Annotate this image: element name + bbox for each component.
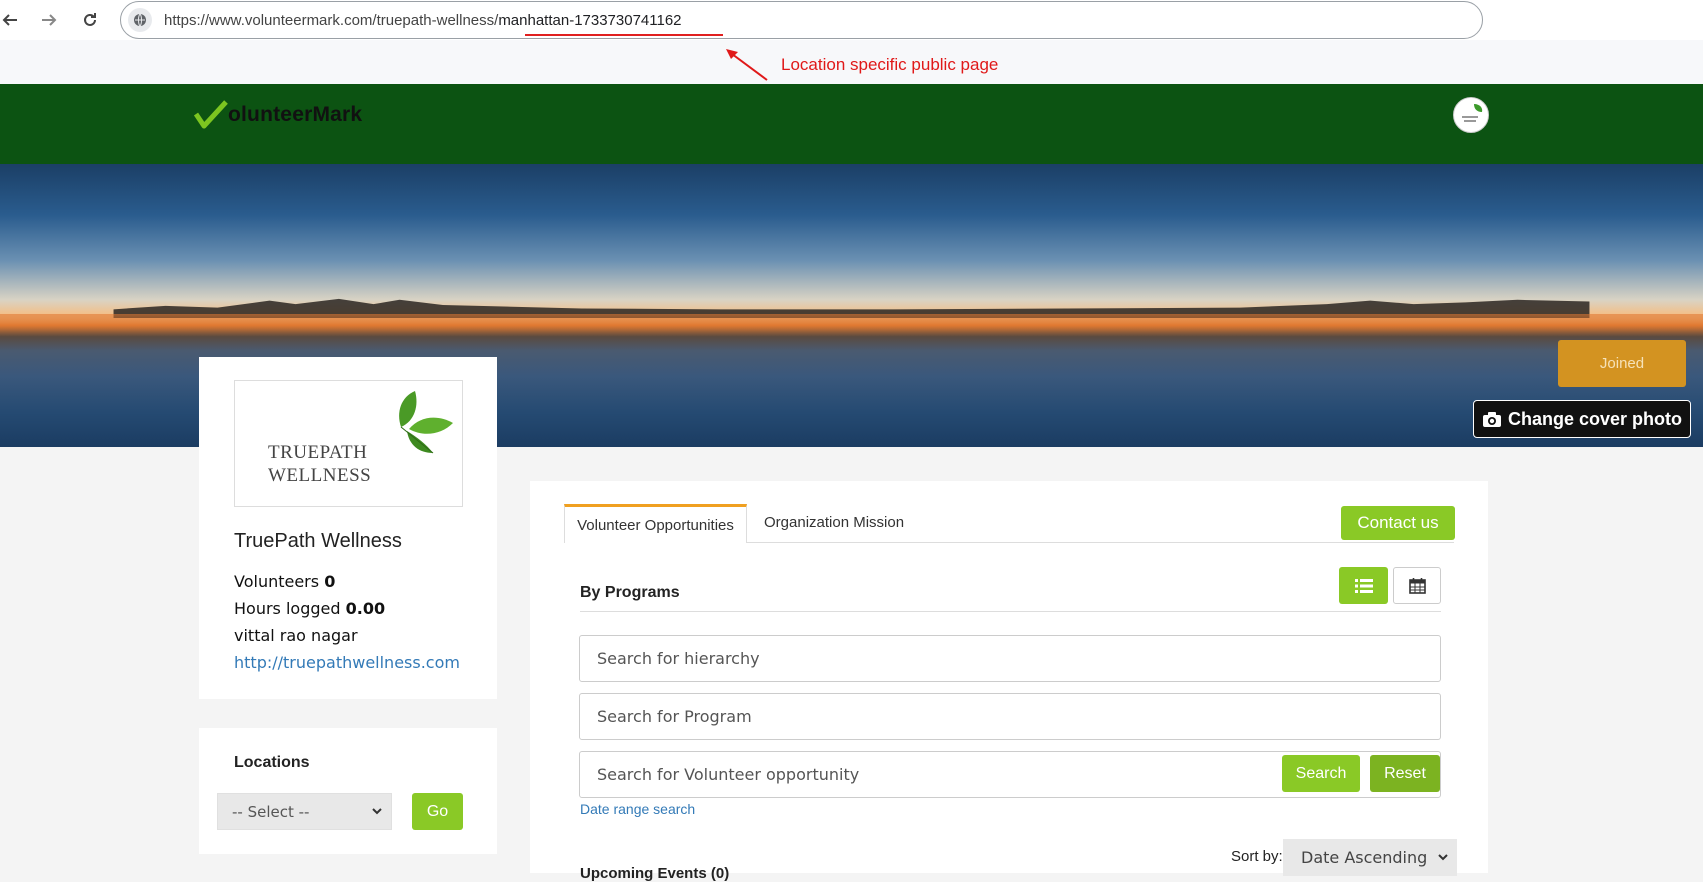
joined-button[interactable]: Joined <box>1558 340 1686 387</box>
camera-icon <box>1482 411 1501 427</box>
tab-organization-mission[interactable]: Organization Mission <box>764 514 904 531</box>
list-view-button[interactable] <box>1339 567 1388 604</box>
organization-logo-text: TRUEPATH WELLNESS <box>268 441 371 487</box>
contact-us-button[interactable]: Contact us <box>1341 506 1455 540</box>
annotation-label: Location specific public page <box>781 55 999 74</box>
water-reflection <box>0 314 1703 332</box>
user-avatar[interactable] <box>1453 97 1489 133</box>
volunteermark-logo[interactable]: olunteerMark <box>194 98 362 132</box>
calendar-icon <box>1408 578 1426 594</box>
upcoming-events-heading: Upcoming Events (0) <box>580 865 730 882</box>
checkmark-logo-icon <box>194 100 228 129</box>
reload-icon[interactable] <box>76 6 104 34</box>
url-prefix: https://www.volunteermark.com/truepath-w… <box>164 11 499 29</box>
sort-select-value: Date Ascending <box>1301 848 1428 867</box>
organization-name: TruePath Wellness <box>234 530 402 552</box>
section-title: By Programs <box>580 584 680 601</box>
url-location-slug: manhattan-1733730741162 <box>498 11 682 29</box>
change-cover-label: Change cover photo <box>1507 408 1682 429</box>
sort-label: Sort by: <box>1231 848 1283 865</box>
location-select[interactable]: -- Select -- <box>217 793 392 830</box>
volunteers-stat: Volunteers 0 <box>234 572 335 591</box>
tab-volunteer-opportunities[interactable]: Volunteer Opportunities <box>564 504 747 543</box>
organization-logo: TRUEPATH WELLNESS <box>234 380 463 507</box>
organization-address: vittal rao nagar <box>234 626 358 645</box>
hours-label: Hours logged <box>234 599 341 618</box>
reset-button[interactable]: Reset <box>1370 755 1440 792</box>
hours-stat: Hours logged 0.00 <box>234 599 385 618</box>
date-range-search-link[interactable]: Date range search <box>580 801 695 817</box>
leaves-icon <box>399 391 453 454</box>
forward-arrow-icon[interactable] <box>35 6 63 34</box>
organization-website-link[interactable]: http://truepathwellness.com <box>234 653 460 672</box>
browser-toolbar: https://www.volunteermark.com/truepath-w… <box>0 0 1703 40</box>
chevron-down-icon <box>372 808 382 815</box>
sort-select[interactable]: Date Ascending <box>1283 839 1457 876</box>
avatar-leaf-icon <box>1462 104 1483 122</box>
go-button[interactable]: Go <box>412 793 463 830</box>
back-arrow-icon[interactable] <box>0 6 24 34</box>
calendar-view-button[interactable] <box>1393 567 1441 604</box>
logo-line-2: WELLNESS <box>268 465 372 486</box>
hours-value: 0.00 <box>345 599 386 618</box>
site-info-icon[interactable] <box>128 8 152 32</box>
url-annotation-underline <box>525 34 723 36</box>
chevron-down-icon <box>1438 854 1448 861</box>
change-cover-photo-button[interactable]: Change cover photo <box>1473 400 1691 438</box>
search-button[interactable]: Search <box>1282 755 1360 792</box>
volunteers-label: Volunteers <box>234 572 320 591</box>
locations-title: Locations <box>234 754 310 771</box>
search-program-input[interactable]: Search for Program <box>579 693 1441 740</box>
volunteers-value: 0 <box>324 572 336 591</box>
logo-line-1: TRUEPATH <box>268 442 368 463</box>
location-select-value: -- Select -- <box>232 802 310 821</box>
section-divider <box>580 611 1441 612</box>
list-icon <box>1354 578 1373 593</box>
brand-name: olunteerMark <box>228 103 363 126</box>
search-hierarchy-input[interactable]: Search for hierarchy <box>579 635 1441 682</box>
address-bar[interactable]: https://www.volunteermark.com/truepath-w… <box>120 1 1483 39</box>
annotation-arrow-icon <box>726 49 768 81</box>
locations-card <box>199 728 497 854</box>
url-text: https://www.volunteermark.com/truepath-w… <box>164 12 682 29</box>
